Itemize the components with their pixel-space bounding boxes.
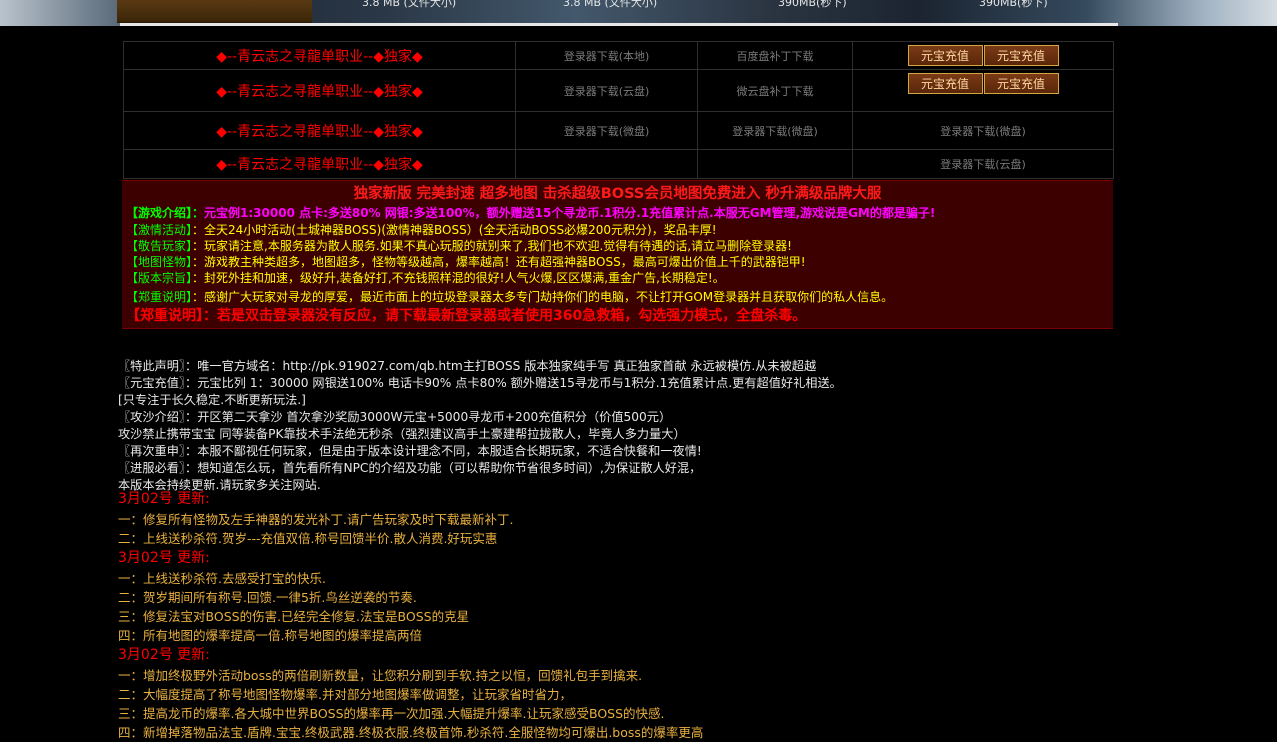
download-size-4[interactable]: 390MB(秒下) xyxy=(979,0,1048,10)
empty-cell xyxy=(697,149,853,179)
download-size-3[interactable]: 390MB(秒下) xyxy=(778,0,847,10)
update-item: 二：大幅度提高了称号地图怪物爆率.并对部分地图爆率做调整，让玩家省时省力， xyxy=(118,687,572,702)
baidu-patch-download[interactable]: 百度盘补丁下载 xyxy=(697,41,853,70)
intro-headline: 独家新版 完美封速 超多地图 击杀超级BOSS会员地图免费进入 秒升满级品牌大服 xyxy=(353,186,882,202)
download-size-1[interactable]: 3.8 MB (文件大小) xyxy=(362,0,456,10)
update-item: 三：修复法宝对BOSS的伤害.已经完全修复.法宝是BOSS的克星 xyxy=(118,609,470,624)
recharge-button[interactable]: 元宝充值 xyxy=(983,45,1059,66)
update-date: 3月02号 更新: xyxy=(118,647,210,663)
intro-key: 【激情活动】 xyxy=(126,223,193,237)
launcher-download-weipan[interactable]: 登录器下载(微盘) xyxy=(515,111,698,150)
intro-row-purpose: 【版本宗旨】：封死外挂和加速，级好升,装备好打,不充钱照样混的很好!人气火爆,区… xyxy=(126,270,725,287)
launcher-download-weipan-2[interactable]: 登录器下载(微盘) xyxy=(697,111,853,150)
recharge-button[interactable]: 元宝充值 xyxy=(907,45,983,66)
top-banner: 3.8 MB (文件大小) 3.8 MB (文件大小) 390MB(秒下) 39… xyxy=(0,0,1277,26)
intro-key: 【地图怪物】 xyxy=(126,255,193,269)
notice-line: 〖攻沙介绍〗：开区第二天拿沙 首次拿沙奖励3000W元宝+5000寻龙币+200… xyxy=(118,410,672,424)
intro-value: ：封死外挂和加速，级好升,装备好打,不充钱照样混的很好!人气火爆,区区爆满,重金… xyxy=(192,271,725,285)
update-item: 三：提高龙币的爆率.各大城中世界BOSS的爆率再一次加强.大幅提升爆率.让玩家感… xyxy=(118,706,665,721)
update-item: 一：修复所有怪物及左手神器的发光补丁.请广告玩家及时下载最新补丁. xyxy=(118,512,514,527)
update-item: 四：新增掉落物品法宝.盾牌.宝宝.终极武器.终极衣服.终极首饰.秒杀符.全服怪物… xyxy=(118,725,704,740)
update-date: 3月02号 更新: xyxy=(118,550,210,566)
update-item: 二：上线送秒杀符.贺岁---充值双倍.称号回馈半价.散人消费.好玩实惠 xyxy=(118,531,498,546)
download-size-2[interactable]: 3.8 MB (文件大小) xyxy=(563,0,657,10)
intro-key: 【郑重说明】 xyxy=(126,290,193,304)
server-row: ◆--青云志之寻龍单职业--◆独家◆ 登录器下载(云盘) xyxy=(123,149,1114,179)
recharge-cell: 元宝充值 元宝充值 xyxy=(852,41,1114,70)
intro-row-game: 【游戏介绍】：元宝例1:30000 点卡:多送80% 网银:多送100%，额外赠… xyxy=(126,205,935,222)
notice-line: 本版本会持续更新.请玩家多关注网站. xyxy=(118,478,321,492)
intro-row-antivirus: 【郑重说明】：若是双击登录器没有反应，请下载最新登录器或者使用360急救箱，勾选… xyxy=(126,308,807,324)
recharge-cell: 元宝充值 元宝充值 xyxy=(852,69,1114,112)
server-table: ◆--青云志之寻龍单职业--◆独家◆ 登录器下载(本地) 百度盘补丁下载 元宝充… xyxy=(123,41,1114,179)
game-intro-panel: 独家新版 完美封速 超多地图 击杀超级BOSS会员地图免费进入 秒升满级品牌大服… xyxy=(122,180,1113,329)
intro-value: 元宝例1:30000 点卡:多送80% 网银:多送100%，额外赠送15个寻龙币… xyxy=(204,206,936,220)
update-item: 一：上线送秒杀符.去感受打宝的快乐. xyxy=(118,571,326,586)
update-date: 3月02号 更新: xyxy=(118,491,210,507)
recharge-button[interactable]: 元宝充值 xyxy=(907,73,983,94)
launcher-download-cloud-2[interactable]: 登录器下载(云盘) xyxy=(852,149,1114,179)
server-row: ◆--青云志之寻龍单职业--◆独家◆ 登录器下载(微盘) 登录器下载(微盘) 登… xyxy=(123,111,1114,150)
launcher-download-local[interactable]: 登录器下载(本地) xyxy=(515,41,698,70)
empty-cell xyxy=(515,149,698,179)
launcher-download-cloud[interactable]: 登录器下载(云盘) xyxy=(515,69,698,112)
notice-line: 〖进服必看〗：想知道怎么玩，首先看所有NPC的介绍及功能（可以帮助你节省很多时间… xyxy=(118,461,702,475)
server-name[interactable]: ◆--青云志之寻龍单职业--◆独家◆ xyxy=(123,41,516,70)
notice-line: 〖特此声明〗：唯一官方域名：http://pk.919027.com/qb.ht… xyxy=(118,359,817,373)
server-name[interactable]: ◆--青云志之寻龍单职业--◆独家◆ xyxy=(123,111,516,150)
weiyun-patch-download[interactable]: 微云盘补丁下载 xyxy=(697,69,853,112)
intro-key: 【版本宗旨】 xyxy=(126,271,193,285)
update-item: 一：增加终极野外活动boss的两倍刷新数量，让您积分刷到手软.持之以恒，回馈礼包… xyxy=(118,668,643,683)
notice-line: 攻沙禁止携带宝宝 同等装备PK靠技术手法绝无秒杀（强烈建议高手土豪建帮拉拢散人，… xyxy=(118,427,686,441)
intro-value: ：感谢广大玩家对寻龙的厚爱，最近市面上的垃圾登录器太多专门劫持你们的电脑，不让打… xyxy=(192,290,894,304)
intro-value: ：全天24小时活动(土城神器BOSS)(激情神器BOSS）(全天活动BOSS必爆… xyxy=(192,223,717,237)
banner-thumbnail xyxy=(117,0,312,23)
launcher-download-weipan-3[interactable]: 登录器下载(微盘) xyxy=(852,111,1114,150)
server-name[interactable]: ◆--青云志之寻龍单职业--◆独家◆ xyxy=(123,149,516,179)
server-notice: 〖特此声明〗：唯一官方域名：http://pk.919027.com/qb.ht… xyxy=(118,358,1118,494)
intro-row-event: 【激情活动】：全天24小时活动(土城神器BOSS)(激情神器BOSS）(全天活动… xyxy=(126,222,717,239)
server-row: ◆--青云志之寻龍单职业--◆独家◆ 登录器下载(云盘) 微云盘补丁下载 元宝充… xyxy=(123,69,1114,112)
intro-value: ：游戏教主种类超多，地图超多，怪物等级越高，爆率越高！还有超强神器BOSS，最高… xyxy=(192,255,806,269)
intro-key: 【游戏介绍】： xyxy=(126,206,205,220)
server-name[interactable]: ◆--青云志之寻龍单职业--◆独家◆ xyxy=(123,69,516,112)
intro-key: 【敬告玩家】 xyxy=(126,239,193,253)
intro-value: ：玩家请注意,本服务器为散人服务.如果不真心玩服的就别来了,我们也不欢迎.觉得有… xyxy=(192,239,792,253)
notice-line: [只专注于长久稳定.不断更新玩法.] xyxy=(118,393,306,407)
update-item: 四：所有地图的爆率提高一倍.称号地图的爆率提高两倍 xyxy=(118,628,422,643)
notice-line: 〖元宝充值〗：元宝比列 1：30000 网银送100% 电话卡90% 点卡80%… xyxy=(118,376,842,390)
intro-row-warning: 【敬告玩家】：玩家请注意,本服务器为散人服务.如果不真心玩服的就别来了,我们也不… xyxy=(126,238,792,255)
intro-row-maps: 【地图怪物】：游戏教主种类超多，地图超多，怪物等级越高，爆率越高！还有超强神器B… xyxy=(126,254,806,271)
notice-line: 〖再次重申〗：本服不鄙视任何玩家，但是由于版本设计理念不同，本服适合长期玩家，不… xyxy=(118,444,702,458)
recharge-button[interactable]: 元宝充值 xyxy=(983,73,1059,94)
banner-divider xyxy=(120,23,1118,26)
server-row: ◆--青云志之寻龍单职业--◆独家◆ 登录器下载(本地) 百度盘补丁下载 元宝充… xyxy=(123,41,1114,70)
update-item: 二：贺岁期间所有称号.回馈.一律5折.鸟丝逆袭的节奏. xyxy=(118,590,417,605)
intro-row-statement: 【郑重说明】：感谢广大玩家对寻龙的厚爱，最近市面上的垃圾登录器太多专门劫持你们的… xyxy=(126,289,893,306)
